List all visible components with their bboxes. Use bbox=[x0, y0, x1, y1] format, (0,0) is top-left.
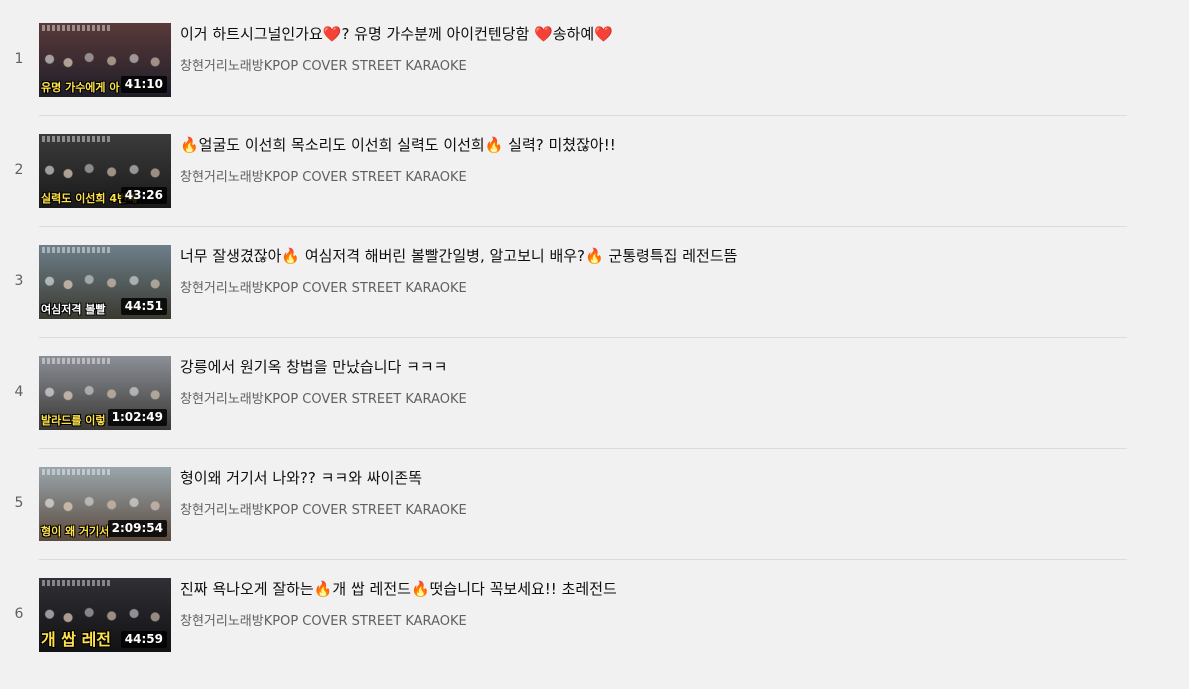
video-thumbnail[interactable]: 여심저격 볼빨 44:51 bbox=[39, 245, 171, 319]
video-title[interactable]: 🔥얼굴도 이선희 목소리도 이선희 실력도 이선희🔥 실력? 미쳤잖아!! bbox=[180, 135, 616, 155]
thumbnail-caption: 형이 왜 거기서 bbox=[41, 525, 110, 538]
item-index: 4 bbox=[14, 384, 24, 400]
video-thumbnail[interactable]: 유명 가수에게 아 41:10 bbox=[39, 23, 171, 97]
divider bbox=[39, 448, 1127, 449]
list-item[interactable]: 2 실력도 이선희 4번째 43:26 🔥얼굴도 이선희 목소리도 이선희 실력… bbox=[0, 134, 1127, 245]
thumbnail-banner bbox=[42, 247, 112, 253]
video-title[interactable]: 이거 하트시그널인가요❤️? 유명 가수분께 아이컨텐당함 ❤️송하예❤️ bbox=[180, 24, 613, 44]
list-item[interactable]: 3 여심저격 볼빨 44:51 너무 잘생겼잖아🔥 여심저격 해버린 볼빨간일병… bbox=[0, 245, 1127, 356]
channel-name[interactable]: 창현거리노래방KPOP COVER STREET KARAOKE bbox=[180, 277, 467, 296]
video-thumbnail[interactable]: 형이 왜 거기서 2:09:54 bbox=[39, 467, 171, 541]
thumbnail-caption: 유명 가수에게 아 bbox=[41, 81, 120, 94]
item-index: 2 bbox=[14, 162, 24, 178]
video-title[interactable]: 형이왜 거기서 나와?? ㅋㅋ와 싸이존똑 bbox=[180, 468, 422, 488]
divider bbox=[39, 115, 1127, 116]
video-title[interactable]: 너무 잘생겼잖아🔥 여심저격 해버린 볼빨간일병, 알고보니 배우?🔥 군통령특… bbox=[180, 246, 737, 266]
video-duration: 2:09:54 bbox=[107, 520, 167, 537]
thumbnail-caption: 개 쌉 레전 bbox=[41, 630, 112, 649]
video-duration: 44:59 bbox=[120, 631, 167, 648]
list-item[interactable]: 1 유명 가수에게 아 41:10 이거 하트시그널인가요❤️? 유명 가수분께… bbox=[0, 23, 1127, 134]
thumbnail-caption: 발라드를 이렇 bbox=[41, 414, 106, 427]
thumbnail-banner bbox=[42, 136, 112, 142]
channel-name[interactable]: 창현거리노래방KPOP COVER STREET KARAOKE bbox=[180, 388, 467, 407]
video-duration: 44:51 bbox=[120, 298, 167, 315]
thumbnail-banner bbox=[42, 580, 112, 586]
list-item[interactable]: 6 개 쌉 레전 44:59 진짜 욕나오게 잘하는🔥개 쌉 레전드🔥떳습니다 … bbox=[0, 578, 1127, 689]
list-item[interactable]: 4 발라드를 이렇 1:02:49 강릉에서 원기옥 창법을 만났습니다 ㅋㅋㅋ… bbox=[0, 356, 1127, 467]
video-thumbnail[interactable]: 개 쌉 레전 44:59 bbox=[39, 578, 171, 652]
thumbnail-banner bbox=[42, 25, 112, 31]
channel-name[interactable]: 창현거리노래방KPOP COVER STREET KARAOKE bbox=[180, 499, 467, 518]
item-index: 6 bbox=[14, 606, 24, 622]
video-thumbnail[interactable]: 실력도 이선희 4번째 43:26 bbox=[39, 134, 171, 208]
channel-name[interactable]: 창현거리노래방KPOP COVER STREET KARAOKE bbox=[180, 610, 467, 629]
channel-name[interactable]: 창현거리노래방KPOP COVER STREET KARAOKE bbox=[180, 166, 467, 185]
item-index: 5 bbox=[14, 495, 24, 511]
thumbnail-caption: 여심저격 볼빨 bbox=[41, 303, 106, 316]
divider bbox=[39, 337, 1127, 338]
item-index: 1 bbox=[14, 51, 24, 67]
video-thumbnail[interactable]: 발라드를 이렇 1:02:49 bbox=[39, 356, 171, 430]
video-title[interactable]: 진짜 욕나오게 잘하는🔥개 쌉 레전드🔥떳습니다 꼭보세요!! 초레전드 bbox=[180, 579, 617, 599]
divider bbox=[39, 226, 1127, 227]
video-duration: 41:10 bbox=[120, 76, 167, 93]
divider bbox=[39, 559, 1127, 560]
video-duration: 1:02:49 bbox=[107, 409, 167, 426]
video-title[interactable]: 강릉에서 원기옥 창법을 만났습니다 ㅋㅋㅋ bbox=[180, 357, 447, 377]
video-duration: 43:26 bbox=[120, 187, 167, 204]
list-item[interactable]: 5 형이 왜 거기서 2:09:54 형이왜 거기서 나와?? ㅋㅋ와 싸이존똑… bbox=[0, 467, 1127, 578]
channel-name[interactable]: 창현거리노래방KPOP COVER STREET KARAOKE bbox=[180, 55, 467, 74]
thumbnail-banner bbox=[42, 469, 112, 475]
item-index: 3 bbox=[14, 273, 24, 289]
thumbnail-banner bbox=[42, 358, 112, 364]
